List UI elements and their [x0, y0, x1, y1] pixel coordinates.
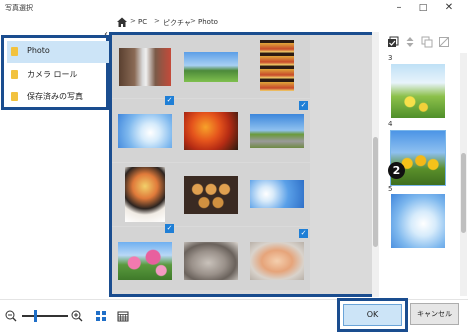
- checkbox-checked-icon[interactable]: ✓: [299, 229, 308, 238]
- cosmos-photo-icon: [118, 242, 172, 280]
- dog-photo-icon: [250, 242, 304, 280]
- breadcrumb-separator: >: [130, 17, 136, 25]
- scrollbar-thumb[interactable]: [461, 153, 466, 233]
- photo-cell[interactable]: [178, 227, 244, 290]
- maple-photo-icon: [184, 112, 238, 150]
- window-title: 写真選択: [5, 4, 33, 12]
- sidebar-item-camera-roll[interactable]: カメラ ロール: [7, 64, 109, 86]
- sidebar-item-label: Photo: [27, 46, 50, 55]
- photo-grid: ✓ ✓ ✓ ✓: [109, 32, 377, 297]
- checkbox-checked-icon[interactable]: ✓: [299, 101, 308, 110]
- selected-number: 3: [388, 54, 393, 62]
- breadcrumb-item-pc[interactable]: PC: [138, 18, 147, 26]
- selected-number: 5: [388, 185, 393, 193]
- zoom-slider[interactable]: [22, 310, 68, 322]
- ok-button[interactable]: OK: [343, 304, 402, 326]
- breadcrumb-item-pictures[interactable]: ピクチャ: [163, 18, 191, 28]
- folder-icon: [11, 70, 18, 79]
- breadcrumb-separator: >: [190, 17, 196, 25]
- close-icon[interactable]: ✕: [438, 1, 460, 15]
- deselect-icon[interactable]: [438, 36, 450, 48]
- photo-cell[interactable]: ✓: [244, 227, 310, 290]
- park-photo-icon: [184, 52, 238, 82]
- folder-icon: [11, 92, 18, 101]
- minimize-icon[interactable]: –: [388, 1, 410, 15]
- breadcrumb-item-photo[interactable]: Photo: [198, 18, 218, 26]
- breadcrumb: > PC > ピクチャ > Photo: [116, 16, 376, 30]
- photo-cell[interactable]: [112, 35, 178, 98]
- waterfall-photo-icon: [119, 48, 171, 86]
- takoyaki-photo-icon: [184, 176, 238, 214]
- grid-scrollbar[interactable]: [372, 32, 379, 297]
- selected-toolbar: [383, 33, 468, 51]
- calendar-view-icon[interactable]: [117, 310, 129, 322]
- sidebar-item-saved-pictures[interactable]: 保存済みの写真: [7, 86, 109, 108]
- checkbox-checked-icon[interactable]: ✓: [165, 96, 174, 105]
- checkbox-checked-icon[interactable]: ✓: [165, 224, 174, 233]
- photo-cell[interactable]: [112, 227, 178, 290]
- road-photo-icon: [250, 114, 304, 148]
- maximize-icon[interactable]: □: [412, 1, 434, 15]
- select-all-icon[interactable]: [387, 36, 399, 48]
- sidebar-item-label: カメラ ロール: [27, 70, 78, 79]
- breadcrumb-separator: >: [154, 17, 160, 25]
- photo-cell[interactable]: [112, 99, 178, 162]
- grid-view-icon[interactable]: [95, 310, 107, 322]
- sidebar-item-label: 保存済みの写真: [27, 92, 83, 101]
- dandelion-seed-photo-icon: [250, 180, 304, 208]
- zoom-in-icon[interactable]: [71, 310, 83, 322]
- selected-scrollbar[interactable]: [460, 53, 467, 296]
- zoom-out-icon[interactable]: [5, 310, 17, 322]
- photo-cell[interactable]: [112, 163, 178, 226]
- shelf-photo-icon: [260, 40, 294, 91]
- home-icon[interactable]: [116, 16, 128, 28]
- callout-badge: 2: [388, 162, 405, 179]
- ok-button-highlight: OK: [337, 298, 408, 332]
- cat-photo-icon: [184, 242, 238, 280]
- scrollbar-thumb[interactable]: [373, 137, 378, 247]
- sky-photo-icon: [118, 114, 172, 148]
- photo-cell[interactable]: [178, 99, 244, 162]
- zoom-slider-knob[interactable]: [34, 310, 37, 322]
- selected-number: 4: [388, 120, 393, 128]
- copy-icon[interactable]: [421, 36, 433, 48]
- dandelion-photo-icon[interactable]: [391, 64, 445, 118]
- title-bar: 写真選択 – □ ✕: [0, 0, 468, 16]
- photo-cell[interactable]: [178, 35, 244, 98]
- sidebar-item-photo[interactable]: Photo: [7, 41, 109, 63]
- bento-photo-icon: [125, 167, 165, 222]
- folder-icon: [11, 47, 18, 56]
- photo-cell[interactable]: [244, 163, 310, 226]
- photo-cell[interactable]: [178, 163, 244, 226]
- sky-photo-icon[interactable]: [391, 194, 445, 248]
- sort-icon[interactable]: [404, 36, 416, 48]
- photo-cell[interactable]: [244, 35, 310, 98]
- folder-list-highlight: Photo カメラ ロール 保存済みの写真: [1, 35, 109, 110]
- cancel-button[interactable]: キャンセル: [410, 303, 459, 325]
- photo-cell[interactable]: ✓: [244, 99, 310, 162]
